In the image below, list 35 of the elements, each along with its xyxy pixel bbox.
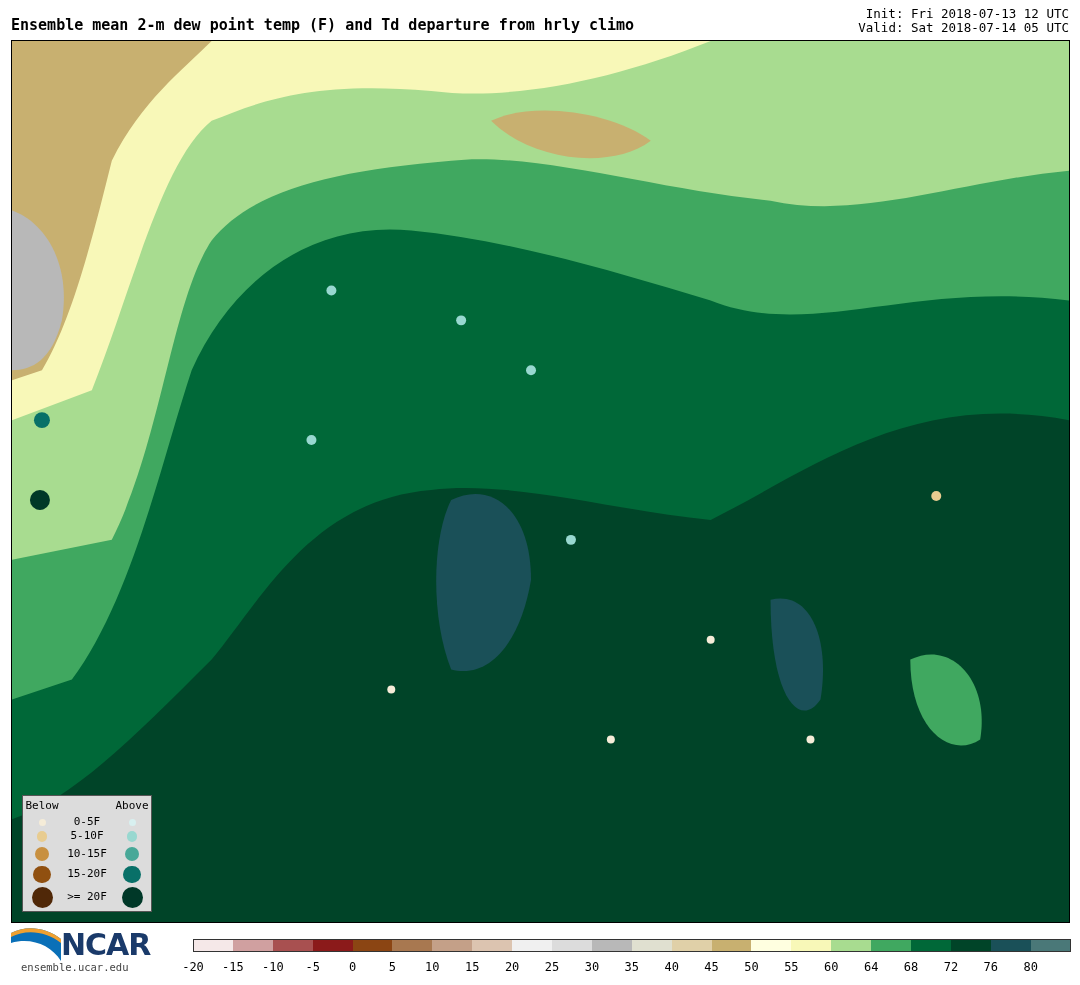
scale-tick-label: 55 bbox=[784, 959, 799, 976]
legend-label: 10-15F bbox=[67, 845, 107, 862]
scale-tick-label: -15 bbox=[222, 959, 244, 976]
scale-tick-label: 40 bbox=[664, 959, 679, 976]
valid-time: Valid: Sat 2018-07-14 05 UTC bbox=[858, 21, 1069, 35]
scale-tick-label: 10 bbox=[425, 959, 440, 976]
scale-tick-label: 45 bbox=[704, 959, 719, 976]
scale-tick-label: 15 bbox=[465, 959, 480, 976]
site-url: ensemble.ucar.edu bbox=[21, 961, 130, 973]
scale-tick-label: 60 bbox=[824, 959, 839, 976]
scale-tick-label: 72 bbox=[943, 959, 959, 976]
legend-label: 5-10F bbox=[70, 828, 104, 844]
scale-tick-label: 20 bbox=[504, 959, 520, 976]
scale-tick-label: 30 bbox=[584, 959, 600, 976]
legend-heading: Below bbox=[25, 797, 59, 814]
logo-wordmark: NCAR bbox=[61, 929, 151, 961]
scale-tick-label: 76 bbox=[983, 959, 999, 976]
scale-tick-label: -5 bbox=[305, 959, 320, 976]
legend-heading: Above bbox=[115, 797, 149, 814]
swoosh-logo-icon bbox=[11, 925, 61, 961]
scale-tick-label: 64 bbox=[863, 959, 879, 976]
scale-tick-label: 0 bbox=[348, 959, 357, 976]
scale-tick-label: -20 bbox=[182, 959, 204, 976]
scale-tick-label: 68 bbox=[903, 959, 919, 976]
scale-tick-label: 5 bbox=[388, 959, 397, 976]
scale-tick-label: 35 bbox=[624, 959, 639, 976]
scale-tick-label: 80 bbox=[1023, 959, 1038, 976]
legend-label: 15-20F bbox=[67, 866, 107, 882]
scale-tick-label: 25 bbox=[544, 959, 560, 976]
legend-label: 0-5F bbox=[73, 814, 101, 830]
scale-tick-label: 50 bbox=[744, 959, 759, 976]
init-time: Init: Fri 2018-07-13 12 UTC bbox=[864, 7, 1069, 21]
scale-tick-label: -10 bbox=[261, 959, 284, 976]
legend-label: >= 20F bbox=[67, 888, 107, 905]
map-title: Ensemble mean 2-m dew point temp (F) and Td departure from hrly climo bbox=[11, 15, 635, 36]
